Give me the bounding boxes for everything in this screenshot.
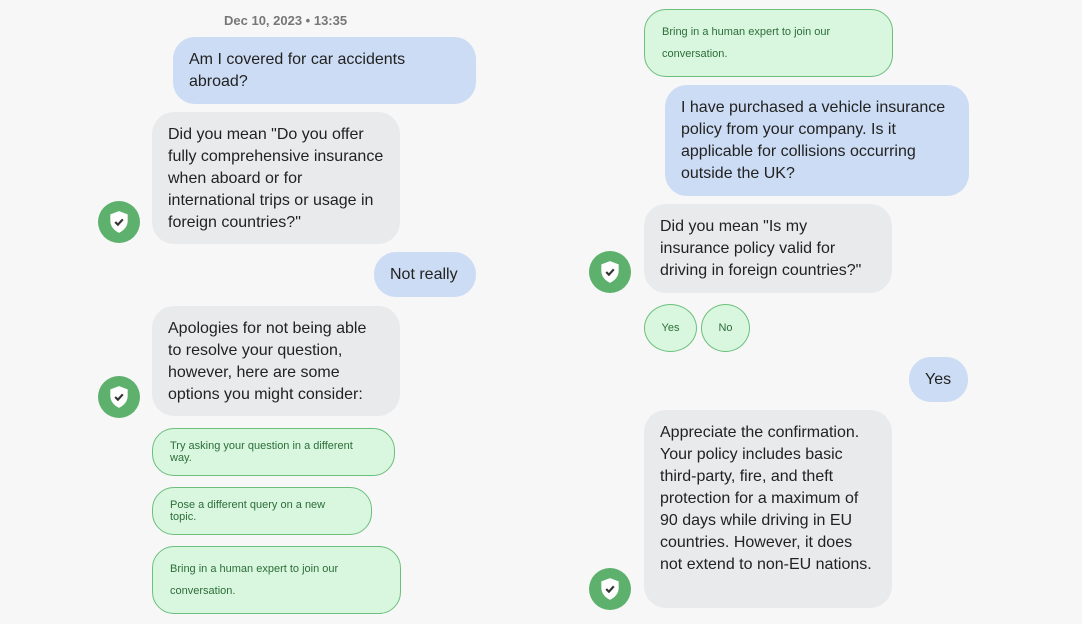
bot-avatar [589, 568, 631, 610]
suggestion-chip[interactable]: Pose a different query on a new topic. [152, 487, 372, 535]
bot-avatar [589, 251, 631, 293]
bot-message: Did you mean "Is my insurance policy val… [644, 204, 892, 293]
shield-check-icon [601, 261, 619, 283]
shield-check-icon [110, 386, 128, 408]
user-message: Not really [374, 252, 476, 297]
suggestion-chip[interactable]: Try asking your question in a different … [152, 428, 395, 476]
bot-avatar [98, 201, 140, 243]
bot-message: Did you mean "Do you offer fully compreh… [152, 112, 400, 244]
chat-timestamp: Dec 10, 2023 • 13:35 [224, 13, 348, 28]
user-message: I have purchased a vehicle insurance pol… [665, 85, 969, 196]
quick-reply-no[interactable]: No [701, 304, 750, 352]
selected-suggestion-chip[interactable]: Bring in a human expert to join our conv… [644, 9, 893, 77]
suggestion-chip[interactable]: Bring in a human expert to join our conv… [152, 546, 401, 614]
quick-reply-yes[interactable]: Yes [644, 304, 697, 352]
shield-check-icon [601, 578, 619, 600]
user-message: Yes [909, 357, 968, 402]
shield-check-icon [110, 211, 128, 233]
bot-message: Appreciate the confirmation. Your policy… [644, 410, 892, 608]
bot-message: Apologies for not being able to resolve … [152, 306, 400, 416]
user-message: Am I covered for car accidents abroad? [173, 37, 476, 104]
bot-avatar [98, 376, 140, 418]
